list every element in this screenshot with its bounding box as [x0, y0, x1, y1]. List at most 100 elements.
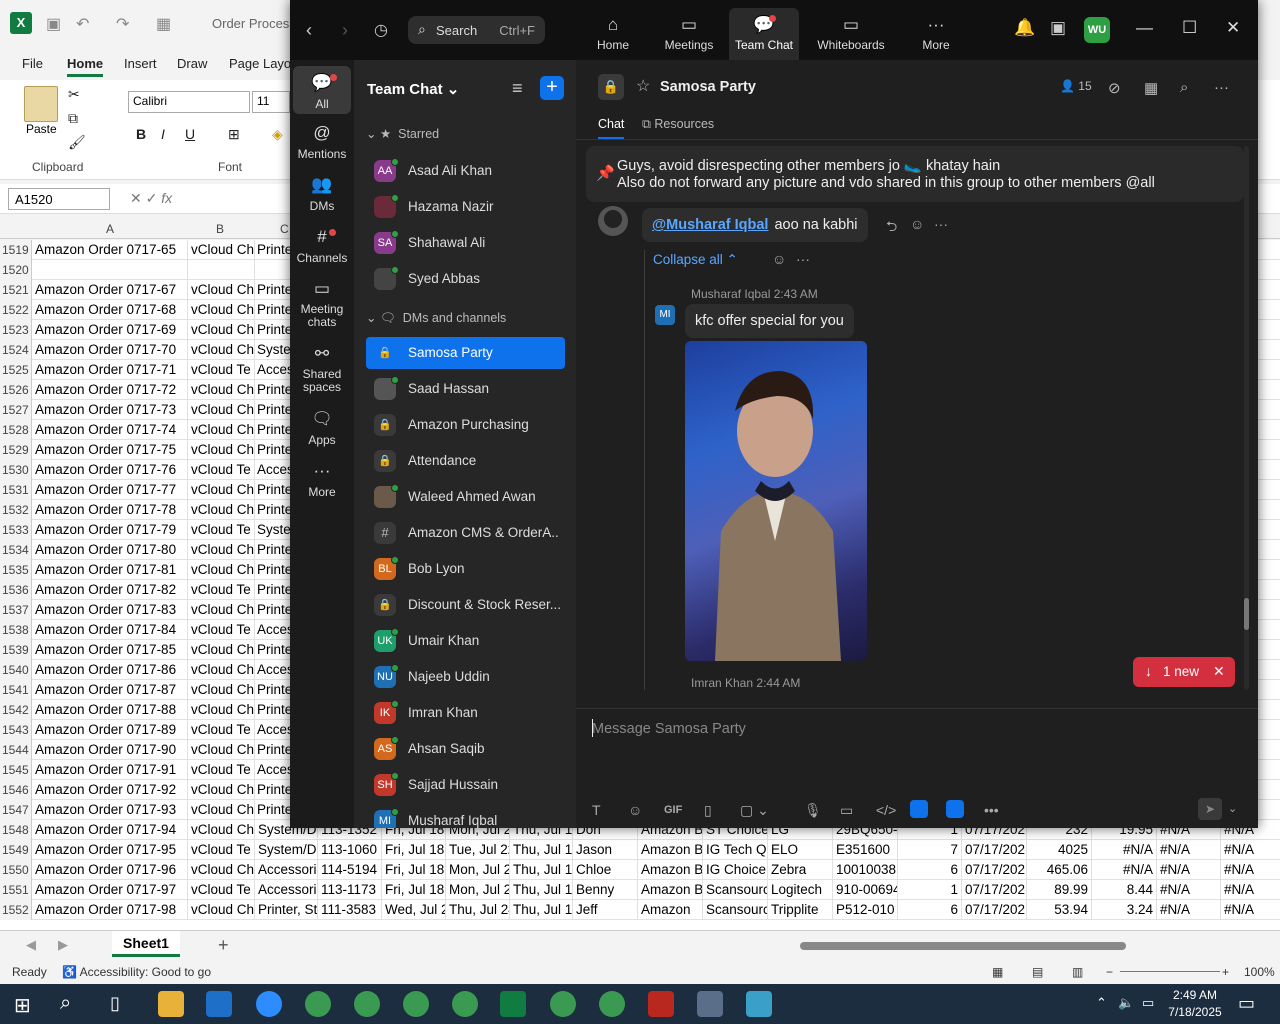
code-icon[interactable]: </> [876, 802, 896, 818]
row-number[interactable]: 1545 [0, 760, 32, 780]
send-button[interactable]: ➤ [1198, 798, 1222, 820]
table-cell[interactable]: Printe [255, 300, 295, 320]
table-cell[interactable]: vCloud Ch [189, 640, 255, 660]
table-cell[interactable]: Thu, Jul 17 [511, 840, 573, 860]
sheet-tab[interactable]: Sheet1 [112, 931, 180, 957]
row-number[interactable]: 1540 [0, 660, 32, 680]
table-cell[interactable]: Acces [255, 760, 295, 780]
file-icon[interactable]: ▯ [704, 802, 712, 819]
table-cell[interactable]: Printe [255, 320, 295, 340]
table-cell[interactable]: #N/A [1222, 880, 1280, 900]
row-number[interactable]: 1527 [0, 400, 32, 420]
table-cell[interactable]: #N/A [1093, 840, 1157, 860]
table-cell[interactable]: Printe [255, 440, 295, 460]
table-cell[interactable]: Printe [255, 640, 295, 660]
sidebar-item-waleed-ahmed-awan[interactable]: Waleed Ahmed Awan [366, 481, 565, 513]
rail-item-more[interactable]: ··· More [293, 460, 351, 499]
row-number[interactable]: 1532 [0, 500, 32, 520]
section-dms-channels[interactable]: ⌄ 🗨 DMs and channels [366, 310, 506, 326]
column-header-a[interactable]: A [106, 222, 114, 236]
table-cell[interactable]: Amazon Order 0717-71 [33, 360, 188, 380]
paste-button[interactable]: Paste [26, 122, 57, 136]
table-cell[interactable]: 8.44 [1093, 880, 1157, 900]
member-count[interactable]: 👤 15 [1060, 79, 1092, 93]
table-cell[interactable]: Accessorie [256, 860, 318, 880]
outlook-icon[interactable] [206, 991, 232, 1017]
close-icon[interactable]: ✕ [1226, 18, 1240, 38]
row-number[interactable]: 1542 [0, 700, 32, 720]
table-cell[interactable]: vCloud Te [189, 520, 255, 540]
table-cell[interactable]: 6 [899, 900, 962, 920]
row-number[interactable]: 1522 [0, 300, 32, 320]
form-icon[interactable]: ▦ [156, 14, 171, 34]
table-cell[interactable]: 465.06 [1028, 860, 1092, 880]
row-number[interactable]: 1524 [0, 340, 32, 360]
table-cell[interactable]: vCloud Te [189, 620, 255, 640]
table-cell[interactable]: Amazon Order 0717-77 [33, 480, 188, 500]
table-cell[interactable]: Amazon Order 0717-85 [33, 640, 188, 660]
table-cell[interactable]: Amazon Order 0717-65 [33, 240, 188, 260]
table-cell[interactable]: Syste [255, 340, 295, 360]
table-cell[interactable]: Printe [255, 380, 295, 400]
table-cell[interactable]: Tue, Jul 22 [447, 840, 510, 860]
font-size-select[interactable]: 11 [252, 91, 290, 113]
zoom-level[interactable]: 100% [1244, 965, 1275, 979]
search-icon[interactable]: ⌕ [1180, 79, 1188, 96]
table-cell[interactable]: Acces [255, 660, 295, 680]
table-cell[interactable]: vCloud Ch [189, 540, 255, 560]
table-cell[interactable]: 07/17/202 [963, 840, 1027, 860]
avatar[interactable]: MI [655, 305, 675, 325]
table-cell[interactable]: Jeff [574, 900, 638, 920]
compose-area[interactable]: Message Samosa Party T ☺ GIF ▯ ▢ ⌄ 🎙 ▭ <… [576, 708, 1258, 828]
page-layout-view-icon[interactable]: ▤ [1032, 965, 1043, 979]
shared-photo[interactable] [685, 341, 867, 661]
table-cell[interactable]: Printe [255, 560, 295, 580]
history-icon[interactable]: ◷ [374, 20, 388, 40]
zoom-in-icon[interactable]: + [1222, 965, 1229, 979]
table-cell[interactable]: vCloud Ch [189, 740, 255, 760]
zoom-out-icon[interactable]: − [1106, 965, 1113, 979]
table-cell[interactable]: Amazon Order 0717-94 [33, 820, 188, 840]
app-icon[interactable] [746, 991, 772, 1017]
sidebar-item-shahawal-ali[interactable]: SA Shahawal Ali [366, 227, 565, 259]
close-icon[interactable]: ✕ [1213, 663, 1225, 680]
table-row[interactable]: 1552 Amazon Order 0717-98 vCloud Ch Printer… [0, 900, 1280, 920]
table-cell[interactable]: Amazon Order 0717-82 [33, 580, 188, 600]
sidebar-item-musharaf-iqbal[interactable]: MI Musharaf Iqbal [366, 805, 565, 828]
task-view-icon[interactable]: ▯ [110, 993, 120, 1014]
table-cell[interactable]: Printe [255, 580, 295, 600]
calendar-icon[interactable]: ▣ [1050, 18, 1066, 38]
table-cell[interactable] [189, 260, 255, 280]
collapse-all-link[interactable]: Collapse all ⌃ [653, 252, 738, 268]
row-number[interactable]: 1539 [0, 640, 32, 660]
new-chat-button[interactable]: + [540, 76, 564, 100]
menu-file[interactable]: File [22, 56, 43, 71]
calculator-icon[interactable] [697, 991, 723, 1017]
table-cell[interactable]: Amazon Order 0717-75 [33, 440, 188, 460]
table-cell[interactable]: Acces [255, 360, 295, 380]
table-cell[interactable]: vCloud Te [189, 880, 255, 900]
menu-home[interactable]: Home [67, 56, 104, 77]
table-cell[interactable]: 111-3583 [319, 900, 382, 920]
row-number[interactable]: 1550 [0, 860, 32, 880]
tab-resources[interactable]: ⧉ Resources [642, 117, 714, 132]
table-cell[interactable]: #N/A [1222, 900, 1280, 920]
row-number[interactable]: 1547 [0, 800, 32, 820]
row-number[interactable]: 1525 [0, 360, 32, 380]
table-cell[interactable]: Amazon Order 0717-97 [33, 880, 188, 900]
table-cell[interactable]: Chloe [574, 860, 638, 880]
menu-page-layout[interactable]: Page Layo [229, 56, 291, 71]
font-name-select[interactable]: Calibri [128, 91, 250, 113]
table-cell[interactable]: 1 [899, 880, 962, 900]
table-cell[interactable]: Printe [255, 240, 295, 260]
sidebar-item-saad-hassan[interactable]: Saad Hassan [366, 373, 565, 405]
rail-item-all[interactable]: 💬 All [293, 66, 351, 114]
table-cell[interactable]: Printe [255, 740, 295, 760]
chrome-profile-icon[interactable] [452, 991, 478, 1017]
sidebar-item-syed-abbas[interactable]: Syed Abbas [366, 263, 565, 295]
rail-item-meeting-chats[interactable]: ▭ Meeting chats [293, 278, 351, 329]
copy-icon[interactable]: ⧉ [68, 110, 78, 127]
table-cell[interactable]: Printe [255, 780, 295, 800]
sidebar-item-sajjad-hussain[interactable]: SH Sajjad Hussain [366, 769, 565, 801]
chrome-profile-icon[interactable] [599, 991, 625, 1017]
